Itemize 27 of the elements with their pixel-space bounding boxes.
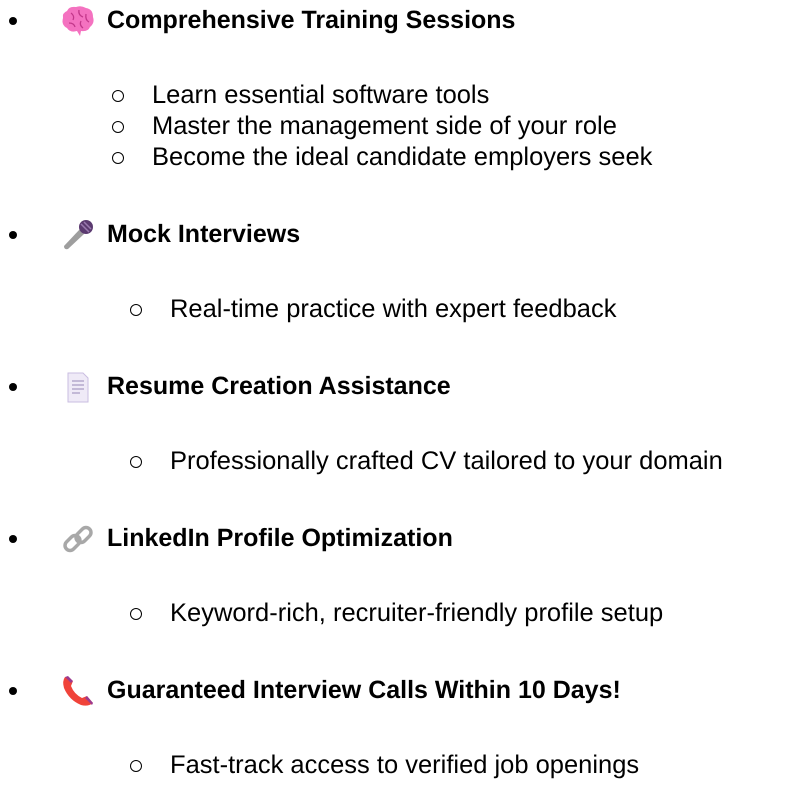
microphone-icon — [61, 218, 95, 250]
list-item-text: Professionally crafted CV tailored to your domain — [170, 447, 723, 476]
hollow-bullet-icon — [130, 456, 142, 468]
list-item-text: Become the ideal candidate employers seek — [152, 143, 652, 172]
bullet-icon — [9, 534, 17, 542]
section-heading: Comprehensive Training Sessions — [107, 6, 516, 35]
bullet-icon — [9, 230, 17, 238]
list-item-text: Master the management side of your role — [152, 112, 617, 141]
list-item-text: Keyword-rich, recruiter-friendly profile setup — [170, 599, 664, 628]
list-item-text: Learn essential software tools — [152, 81, 490, 110]
bullet-icon — [9, 16, 17, 24]
section-heading: Resume Creation Assistance — [107, 372, 451, 401]
section-heading: Guaranteed Interview Calls Within 10 Days! — [107, 676, 621, 705]
list-item-text: Fast-track access to verified job openings — [170, 751, 640, 780]
list-item-text: Real-time practice with expert feedback — [170, 295, 616, 324]
hollow-bullet-icon — [112, 152, 124, 164]
hollow-bullet-icon — [130, 608, 142, 620]
phone-icon — [61, 674, 95, 706]
bullet-icon — [9, 686, 17, 694]
hollow-bullet-icon — [112, 90, 124, 102]
hollow-bullet-icon — [130, 760, 142, 772]
bullet-icon — [9, 382, 17, 390]
section-heading: Mock Interviews — [107, 220, 300, 249]
brain-icon — [61, 4, 95, 36]
hollow-bullet-icon — [112, 120, 124, 132]
section-heading: LinkedIn Profile Optimization — [107, 524, 453, 553]
hollow-bullet-icon — [130, 304, 142, 316]
